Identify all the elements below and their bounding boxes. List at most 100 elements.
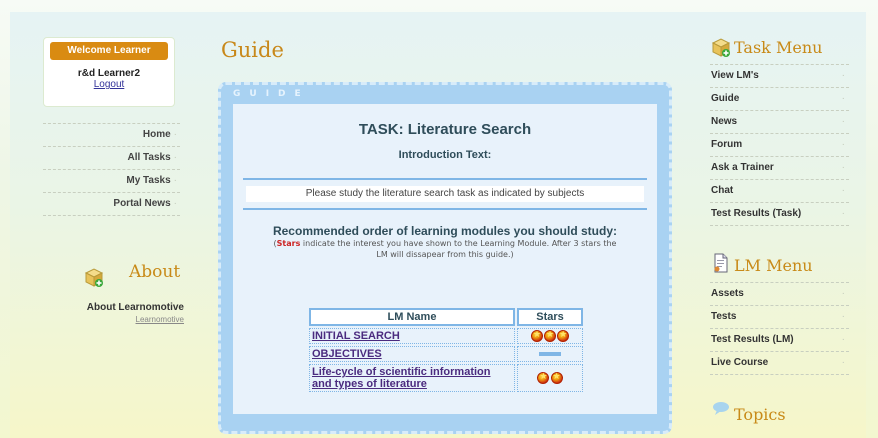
table-row: OBJECTIVES [309, 346, 583, 362]
star-icon [530, 329, 543, 343]
about-header: About [83, 262, 193, 290]
menu-item-test-results-lm[interactable]: Test Results (LM) · [710, 329, 849, 352]
bullet-icon: · [841, 185, 845, 196]
user-name: r&d Learner2 [77, 68, 141, 79]
left-nav: Home · All Tasks · My Tasks · Portal News · [43, 123, 180, 216]
bullet-icon: · [841, 93, 845, 104]
menu-item-ask-trainer[interactable]: Ask a Trainer · [710, 157, 849, 180]
bullet-icon: · [173, 129, 177, 140]
topics-header: Topics [707, 401, 849, 431]
bullet-icon: · [841, 70, 845, 81]
package-icon [84, 268, 104, 287]
bullet-icon: · [173, 152, 177, 163]
column-header-stars: Stars [517, 308, 583, 326]
nav-item-portal-news[interactable]: Portal News · [43, 193, 180, 216]
left-sidebar: Welcome Learner r&d Learner2 Logout Home… [43, 37, 180, 216]
bullet-icon: · [173, 198, 177, 209]
bullet-icon: · [841, 139, 845, 150]
menu-item-guide[interactable]: Guide · [710, 88, 849, 111]
menu-item-label: Test Results (LM) [711, 334, 794, 345]
bullet-icon: · [841, 162, 845, 173]
lm-name-cell: INITIAL SEARCH [309, 328, 515, 344]
no-stars-bar [539, 352, 561, 357]
logout-link[interactable]: Logout [44, 79, 174, 90]
nav-item-all-tasks[interactable]: All Tasks · [43, 147, 180, 170]
bullet-icon: · [841, 288, 845, 299]
topics-title: Topics [734, 405, 786, 424]
bullet-icon: · [841, 334, 845, 345]
task-menu-title: Task Menu [734, 38, 823, 57]
menu-item-label: Chat [711, 185, 734, 196]
menu-item-live-course[interactable]: Live Course · [710, 352, 849, 375]
table-row: INITIAL SEARCH [309, 328, 583, 344]
menu-item-forum[interactable]: Forum · [710, 134, 849, 157]
guide-content: TASK: Literature Search Introduction Tex… [233, 104, 657, 414]
lm-table: LM Name Stars INITIAL SEARCH OBJECTIVES … [307, 306, 585, 394]
bullet-icon: · [841, 116, 845, 127]
note-stars-word: Stars [276, 239, 301, 248]
table-row: Life-cycle of scientific information and… [309, 364, 583, 392]
stars-cell [517, 328, 583, 344]
column-header-lm-name: LM Name [309, 308, 515, 326]
lm-link-life-cycle[interactable]: Life-cycle of scientific information and… [312, 366, 490, 390]
bullet-icon: · [841, 357, 845, 368]
task-menu-list: View LM's · Guide · News · Forum · Ask a Tra… [710, 64, 849, 226]
lm-link-initial-search[interactable]: INITIAL SEARCH [312, 330, 400, 342]
menu-item-label: Guide [711, 93, 740, 104]
nav-item-label: Home [142, 129, 171, 140]
lm-name-cell: Life-cycle of scientific information and… [309, 364, 515, 392]
nav-item-label: Portal News [113, 198, 171, 209]
star-icon [550, 371, 563, 385]
intro-heading: Introduction Text: [398, 149, 492, 161]
nav-item-label: My Tasks [126, 175, 171, 186]
task-menu-header: Task Menu [707, 34, 849, 64]
menu-item-chat[interactable]: Chat · [710, 180, 849, 203]
bullet-icon: · [841, 208, 845, 219]
recommend-note: (Stars indicate the interest you have sh… [273, 239, 617, 259]
note-text: indicate the interest you have shown to … [300, 239, 617, 259]
package-icon [711, 38, 731, 57]
recommend-title: Recommended order of learning modules yo… [272, 224, 618, 238]
menu-item-test-results-task[interactable]: Test Results (Task) · [710, 203, 849, 226]
lm-menu-header: LM Menu [707, 252, 849, 282]
menu-item-assets[interactable]: Assets · [710, 283, 849, 306]
lm-menu-title: LM Menu [734, 256, 813, 275]
bullet-icon: · [841, 311, 845, 322]
menu-item-label: View LM's [711, 70, 759, 81]
nav-item-home[interactable]: Home · [43, 124, 180, 147]
intro-box: Please study the literature search task … [243, 178, 647, 210]
star-icon [544, 329, 556, 343]
about-title: About [129, 262, 181, 282]
bullet-icon: · [173, 175, 177, 186]
guide-panel: GUIDE TASK: Literature Search Introducti… [218, 82, 672, 434]
star-icon [537, 371, 550, 385]
stars-cell [517, 364, 583, 392]
menu-item-label: Test Results (Task) [711, 208, 802, 219]
lm-name-cell: OBJECTIVES [309, 346, 515, 362]
intro-content: Please study the literature search task … [246, 186, 644, 202]
page-title: Guide [221, 38, 284, 62]
menu-item-label: Tests [711, 311, 737, 322]
lm-menu-list: Assets · Tests · Test Results (LM) · Live C… [710, 282, 849, 375]
menu-item-label: Assets [711, 288, 744, 299]
table-header-row: LM Name Stars [309, 308, 583, 326]
star-icon [557, 329, 570, 343]
menu-item-view-lms[interactable]: View LM's · [710, 65, 849, 88]
right-sidebar: Task Menu View LM's · Guide · News · Forum ·… [707, 34, 849, 431]
stars-cell [517, 346, 583, 362]
guide-label: GUIDE [233, 89, 310, 99]
nav-item-label: All Tasks [127, 152, 171, 163]
about-sub-link[interactable]: Learnomotive [44, 315, 184, 324]
menu-item-label: Forum [711, 139, 743, 150]
menu-item-label: Live Course [711, 357, 769, 368]
menu-item-tests[interactable]: Tests · [710, 306, 849, 329]
document-icon [714, 253, 728, 273]
task-title: TASK: Literature Search [358, 121, 532, 138]
menu-item-news[interactable]: News · [710, 111, 849, 134]
lm-link-objectives[interactable]: OBJECTIVES [312, 348, 382, 360]
nav-item-my-tasks[interactable]: My Tasks · [43, 170, 180, 193]
speech-bubble-icon [713, 402, 729, 415]
welcome-box: Welcome Learner r&d Learner2 Logout [43, 37, 175, 107]
about-link[interactable]: About Learnomotive [44, 302, 184, 313]
menu-item-label: News [711, 116, 738, 127]
